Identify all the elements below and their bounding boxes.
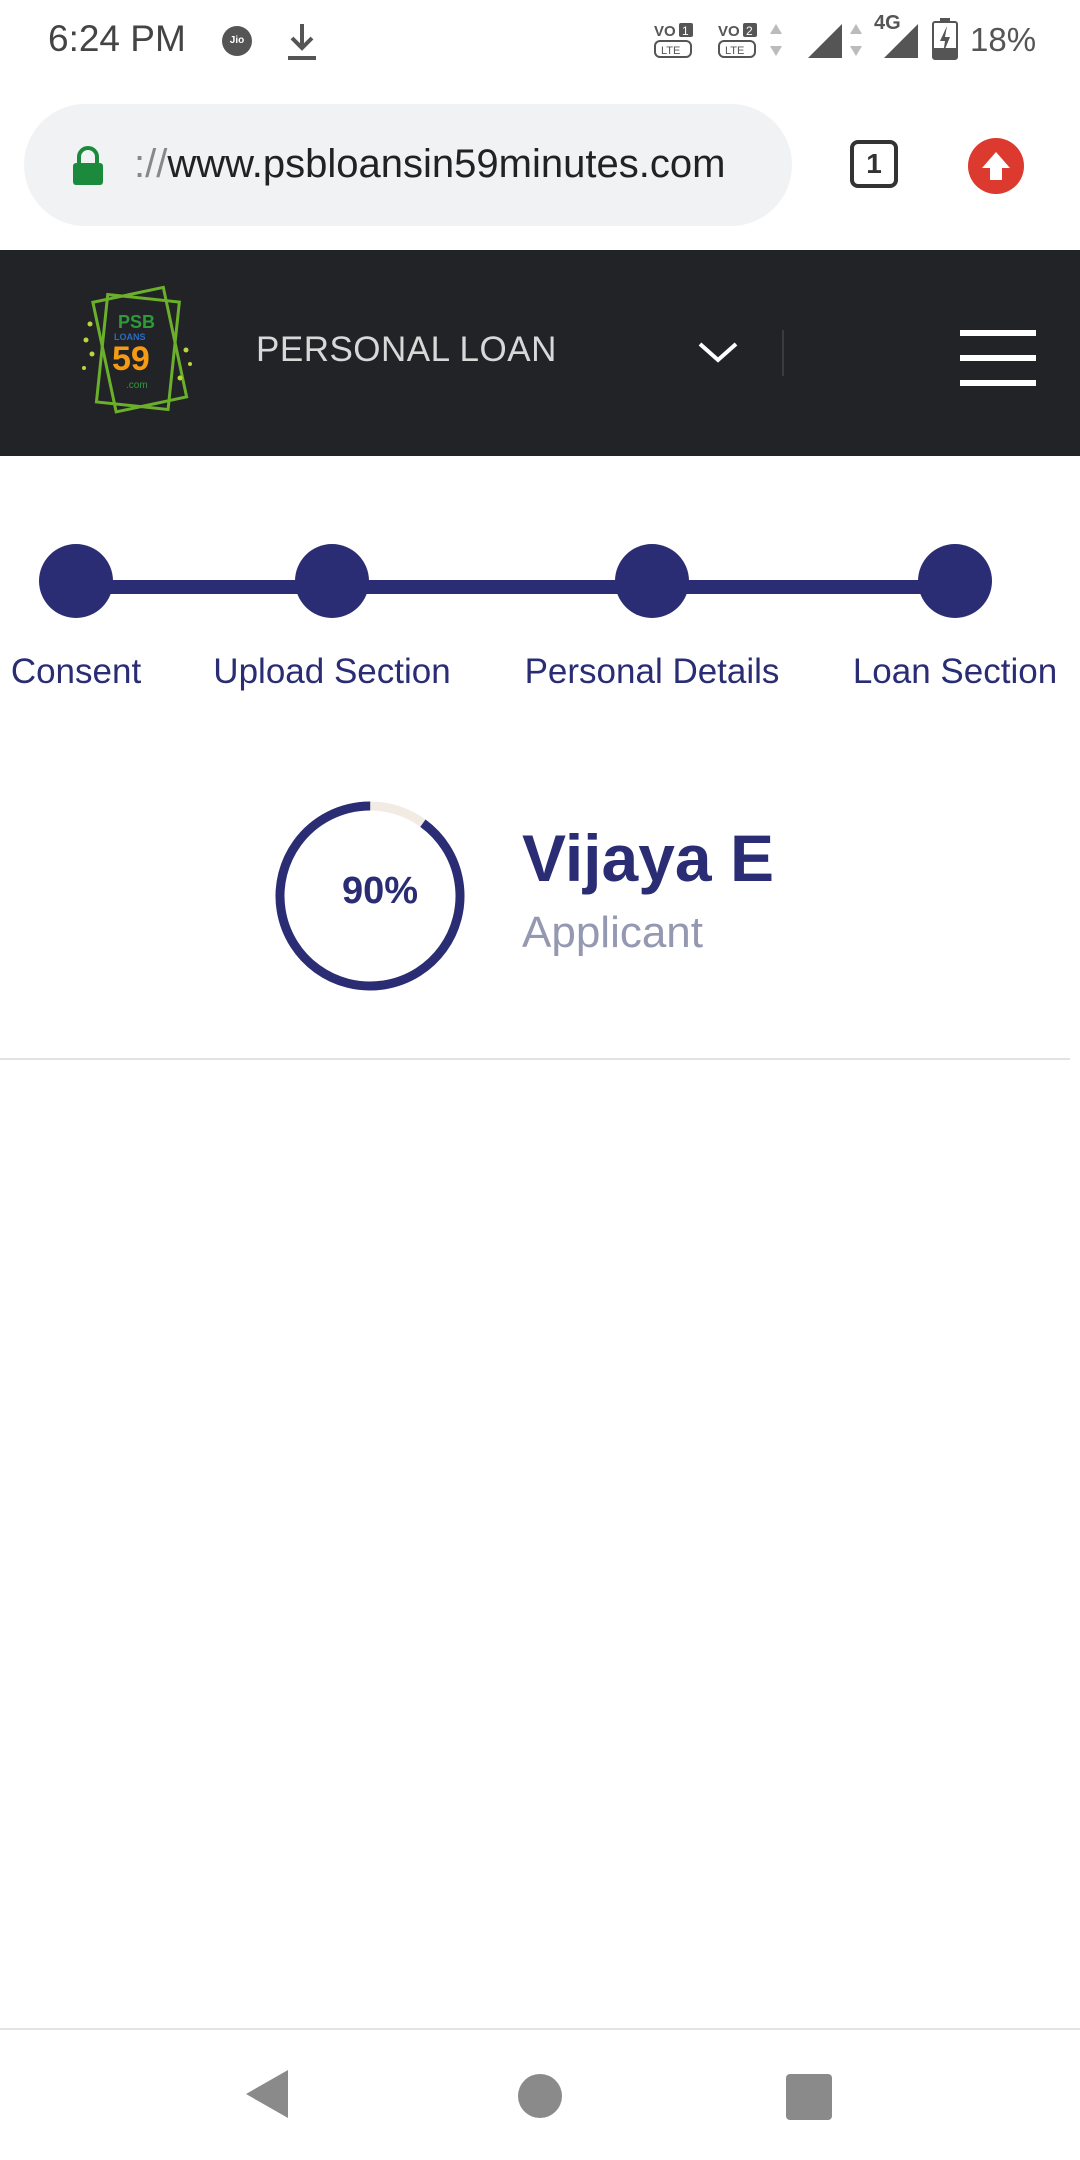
- psb-loans-logo[interactable]: PSB LOANS 59 .com: [80, 284, 196, 418]
- stepper-line: [74, 580, 954, 594]
- step-label-upload[interactable]: Upload Section: [213, 652, 450, 692]
- url-text[interactable]: ://www.psbloansin59minutes.com: [134, 142, 725, 187]
- data-arrows-icon: [770, 24, 782, 56]
- step-label-personal[interactable]: Personal Details: [525, 652, 780, 692]
- address-bar[interactable]: ://www.psbloansin59minutes.com: [24, 104, 792, 226]
- header-divider: [782, 330, 784, 376]
- step-label-consent[interactable]: Consent: [11, 652, 141, 692]
- site-header: PSB LOANS 59 .com PERSONAL LOAN: [0, 250, 1080, 456]
- loan-type-label[interactable]: PERSONAL LOAN: [256, 330, 557, 370]
- progress-percent: 90%: [341, 870, 419, 912]
- applicant-name: Vijaya E: [522, 821, 774, 895]
- svg-text:LTE: LTE: [725, 45, 744, 57]
- svg-text:PSB: PSB: [118, 312, 155, 332]
- arrow-up-icon: [982, 152, 1010, 180]
- svg-text:VO: VO: [654, 23, 676, 40]
- signal-sim2-icon: [884, 24, 918, 58]
- svg-text:59: 59: [112, 340, 150, 378]
- step-dot-personal[interactable]: [615, 544, 689, 618]
- back-icon[interactable]: [244, 2068, 290, 2120]
- home-icon[interactable]: [518, 2074, 562, 2118]
- progress-stepper: Consent Upload Section Personal Details …: [0, 540, 1080, 710]
- svg-text:.com: .com: [126, 380, 148, 391]
- data-arrows-icon: [850, 24, 862, 56]
- volte-1-icon: VO 1 LTE: [654, 23, 693, 58]
- applicant-role: Applicant: [522, 908, 704, 957]
- step-dot-consent[interactable]: [39, 544, 113, 618]
- download-icon: [288, 24, 316, 60]
- status-bar: 6:24 PM Jio VO 1 LTE VO 2 LTE 4G 18%: [0, 0, 1080, 84]
- content-divider: [0, 1058, 1070, 1060]
- svg-text:VO: VO: [718, 23, 740, 40]
- status-time: 6:24 PM: [48, 18, 186, 59]
- browser-toolbar: ://www.psbloansin59minutes.com 1: [0, 84, 1080, 250]
- lock-icon: [73, 146, 103, 185]
- step-dot-loan[interactable]: [918, 544, 992, 618]
- update-button[interactable]: [968, 138, 1024, 194]
- step-label-loan[interactable]: Loan Section: [853, 652, 1057, 692]
- svg-text:1: 1: [682, 24, 689, 38]
- hamburger-menu-icon[interactable]: [960, 330, 1036, 386]
- signal-sim1-icon: [808, 24, 842, 58]
- tab-switcher-button[interactable]: 1: [850, 140, 898, 188]
- chevron-down-icon[interactable]: [696, 336, 740, 368]
- system-nav-bar: [0, 2030, 1080, 2160]
- recent-apps-icon[interactable]: [786, 2074, 832, 2120]
- svg-text:2: 2: [746, 24, 753, 38]
- jio-icon: Jio: [222, 26, 252, 56]
- svg-text:LTE: LTE: [661, 45, 680, 57]
- battery-percent: 18%: [970, 21, 1037, 58]
- volte-2-icon: VO 2 LTE: [718, 23, 757, 58]
- step-dot-upload[interactable]: [295, 544, 369, 618]
- battery-charging-icon: [932, 18, 958, 60]
